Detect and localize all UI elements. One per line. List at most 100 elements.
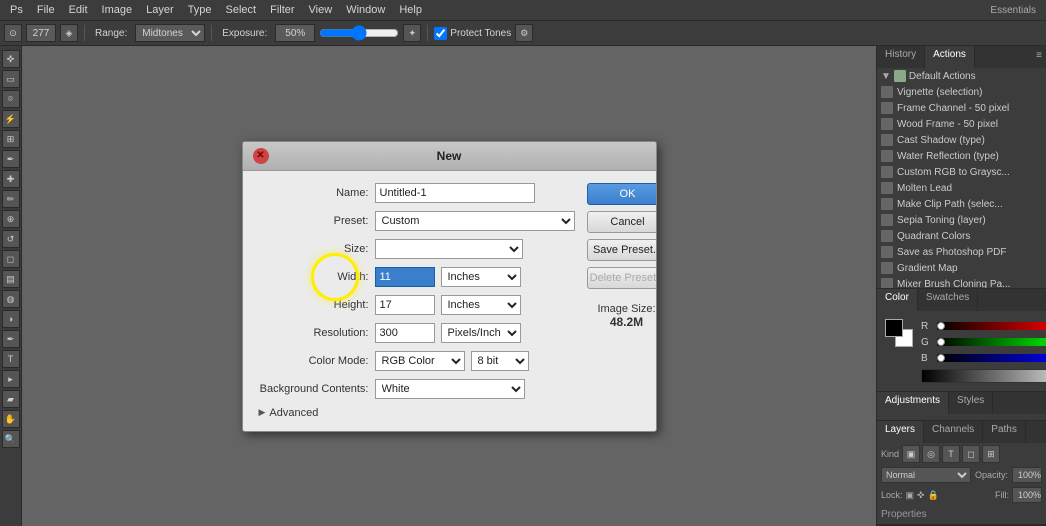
shape-tool[interactable]: ▰ [2, 390, 20, 408]
history-item-2[interactable]: Wood Frame - 50 pixel [877, 116, 1046, 132]
width-input[interactable] [375, 267, 435, 287]
blue-slider[interactable] [937, 354, 1046, 362]
pen-tool[interactable]: ✒ [2, 330, 20, 348]
protect-tones-label[interactable]: Protect Tones [434, 27, 511, 40]
clone-stamp-tool[interactable]: ⊕ [2, 210, 20, 228]
lock-move-icon[interactable]: ✜ [917, 490, 925, 501]
ok-button[interactable]: OK [587, 183, 657, 205]
tab-actions[interactable]: Actions [925, 46, 975, 68]
menu-type[interactable]: Type [182, 2, 218, 18]
brush-tool[interactable]: ✏ [2, 190, 20, 208]
exposure-slider[interactable] [319, 26, 399, 40]
tab-history[interactable]: History [877, 46, 925, 68]
type-tool[interactable]: T [2, 350, 20, 368]
gradient-tool[interactable]: ▤ [2, 270, 20, 288]
lock-all-icon[interactable]: 🔒 [928, 490, 939, 501]
history-brush-tool[interactable]: ↺ [2, 230, 20, 248]
history-item-11[interactable]: Gradient Map [877, 260, 1046, 276]
eraser-tool[interactable]: ◻ [2, 250, 20, 268]
spot-healing-tool[interactable]: ✚ [2, 170, 20, 188]
menu-window[interactable]: Window [340, 2, 391, 18]
menu-view[interactable]: View [303, 2, 339, 18]
menu-ps[interactable]: Ps [4, 2, 29, 18]
background-select[interactable]: White Background Color Transparent [375, 379, 525, 399]
fill-input[interactable] [1012, 487, 1042, 503]
history-item-1[interactable]: Frame Channel - 50 pixel [877, 100, 1046, 116]
history-item-7[interactable]: Make Clip Path (selec... [877, 196, 1046, 212]
bit-depth-select[interactable]: 8 bit 16 bit 32 bit [471, 351, 529, 371]
kind-type[interactable]: T [942, 445, 960, 463]
height-input[interactable] [375, 295, 435, 315]
history-item-9[interactable]: Quadrant Colors [877, 228, 1046, 244]
lock-pixels-icon[interactable]: ▣ [906, 490, 915, 501]
delete-preset-button[interactable]: Delete Preset... [587, 267, 657, 289]
history-item-12[interactable]: Mixer Brush Cloning Pa... [877, 276, 1046, 288]
history-panel-menu[interactable]: ≡ [1032, 46, 1046, 68]
toolbar-extra-icon[interactable]: ⚙ [515, 24, 533, 42]
toolbar-tool2-icon[interactable]: ◈ [60, 24, 78, 42]
history-item-10[interactable]: Save as Photoshop PDF [877, 244, 1046, 260]
marquee-tool[interactable]: ▭ [2, 70, 20, 88]
lasso-tool[interactable]: ⌾ [2, 90, 20, 108]
menu-filter[interactable]: Filter [264, 2, 300, 18]
resolution-input[interactable] [375, 323, 435, 343]
history-item-8[interactable]: Sepia Toning (layer) [877, 212, 1046, 228]
history-item-6[interactable]: Molten Lead [877, 180, 1046, 196]
toolbar-value-input[interactable] [26, 24, 56, 42]
history-item-4[interactable]: Water Reflection (type) [877, 148, 1046, 164]
tab-styles[interactable]: Styles [949, 392, 993, 414]
advanced-row[interactable]: ▶ Advanced [259, 407, 575, 419]
history-item-5[interactable]: Custom RGB to Graysc... [877, 164, 1046, 180]
save-preset-button[interactable]: Save Preset... [587, 239, 657, 261]
zoom-tool[interactable]: 🔍 [2, 430, 20, 448]
menu-select[interactable]: Select [220, 2, 263, 18]
kind-smart[interactable]: ⊞ [982, 445, 1000, 463]
history-item-3[interactable]: Cast Shadow (type) [877, 132, 1046, 148]
range-select[interactable]: Midtones Shadows Highlights [135, 24, 205, 42]
kind-adjustment[interactable]: ◎ [922, 445, 940, 463]
toolbar-tool-icon[interactable]: ⊙ [4, 24, 22, 42]
path-select-tool[interactable]: ▸ [2, 370, 20, 388]
tab-swatches[interactable]: Swatches [918, 289, 978, 311]
advanced-label[interactable]: Advanced [269, 407, 318, 419]
menu-help[interactable]: Help [393, 2, 428, 18]
blur-tool[interactable]: ◍ [2, 290, 20, 308]
protect-tones-checkbox[interactable] [434, 27, 447, 40]
menu-image[interactable]: Image [96, 2, 139, 18]
magic-wand-tool[interactable]: ⚡ [2, 110, 20, 128]
foreground-color-swatch[interactable] [885, 319, 903, 337]
exposure-input[interactable] [275, 24, 315, 42]
eyedropper-tool[interactable]: ✒ [2, 150, 20, 168]
name-input[interactable] [375, 183, 535, 203]
red-slider[interactable] [937, 322, 1046, 330]
tab-channels[interactable]: Channels [924, 421, 983, 443]
tab-paths[interactable]: Paths [983, 421, 1026, 443]
kind-pixel[interactable]: ▣ [902, 445, 920, 463]
hand-tool[interactable]: ✋ [2, 410, 20, 428]
width-unit-select[interactable]: Inches Pixels Centimeters [441, 267, 521, 287]
resolution-unit-select[interactable]: Pixels/Inch Pixels/Centimeter [441, 323, 521, 343]
height-unit-select[interactable]: Inches Pixels Centimeters [441, 295, 521, 315]
tab-color[interactable]: Color [877, 289, 918, 311]
dialog-close-button[interactable]: ✕ [253, 148, 269, 164]
tab-layers[interactable]: Layers [877, 421, 924, 443]
tab-adjustments[interactable]: Adjustments [877, 392, 949, 414]
history-item-0[interactable]: Vignette (selection) [877, 84, 1046, 100]
kind-shape[interactable]: ◻ [962, 445, 980, 463]
move-tool[interactable]: ✜ [2, 50, 20, 68]
blend-mode-select[interactable]: Normal Multiply Screen [881, 467, 971, 483]
dodge-tool[interactable]: ◑ [2, 310, 20, 328]
color-mode-select[interactable]: RGB Color Grayscale CMYK Color [375, 351, 465, 371]
color-gradient-bar[interactable] [921, 369, 1046, 383]
crop-tool[interactable]: ⊞ [2, 130, 20, 148]
green-slider[interactable] [937, 338, 1046, 346]
cancel-button[interactable]: Cancel [587, 211, 657, 233]
menu-edit[interactable]: Edit [63, 2, 94, 18]
menu-file[interactable]: File [31, 2, 61, 18]
menu-layer[interactable]: Layer [140, 2, 180, 18]
default-actions-header[interactable]: ▼ Default Actions [877, 68, 1046, 84]
size-select[interactable] [375, 239, 523, 259]
preset-select[interactable]: Custom Default Photoshop Size Letter Leg… [375, 211, 575, 231]
airbrush-icon[interactable]: ✦ [403, 24, 421, 42]
opacity-input[interactable] [1012, 467, 1042, 483]
